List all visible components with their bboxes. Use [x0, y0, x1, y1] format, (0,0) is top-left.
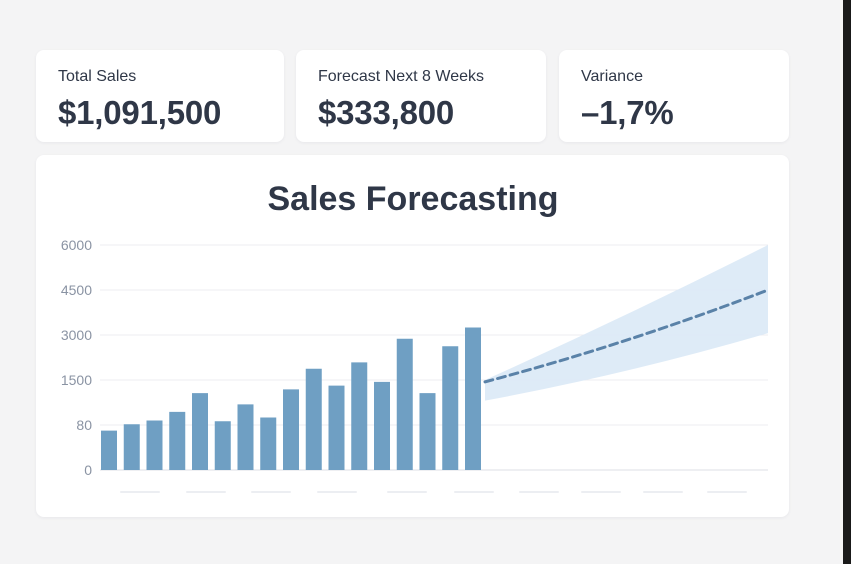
kpi-label: Variance — [581, 68, 643, 85]
x-label-placeholder — [643, 491, 683, 493]
bar — [101, 430, 117, 470]
x-label-placeholder — [581, 491, 621, 493]
y-tick-label: 0 — [84, 462, 92, 478]
y-tick-label: 3000 — [61, 327, 92, 343]
kpi-card-total-sales: Total Sales $1,091,500 — [36, 50, 284, 142]
y-tick-label: 80 — [76, 417, 92, 433]
y-tick-label: 4500 — [61, 282, 92, 298]
bars — [101, 327, 481, 470]
x-label-placeholder — [120, 491, 160, 493]
bar — [123, 424, 140, 470]
kpi-value: $1,091,500 — [58, 94, 222, 131]
x-label-placeholder — [519, 491, 559, 493]
window-edge — [843, 0, 851, 564]
y-tick-label: 6000 — [61, 237, 92, 253]
chart-title: Sales Forecasting — [267, 180, 558, 218]
kpi-value: –1,7% — [581, 94, 674, 131]
chart-card: Sales Forecasting 6000 4500 3000 1500 80 0 — [36, 155, 789, 517]
x-label-placeholder — [707, 491, 747, 493]
bar — [465, 327, 481, 470]
x-label-placeholder — [387, 491, 427, 493]
bar — [237, 404, 254, 470]
bar — [169, 411, 186, 470]
bar — [214, 421, 231, 470]
x-label-placeholder — [251, 491, 291, 493]
forecast-band — [485, 245, 768, 401]
x-labels-placeholder — [120, 491, 747, 493]
forecast-band-area — [485, 245, 768, 401]
bar — [328, 385, 345, 470]
x-label-placeholder — [317, 491, 357, 493]
bar — [260, 417, 277, 470]
bar — [146, 420, 163, 470]
bar — [283, 389, 299, 470]
bar — [305, 368, 322, 470]
x-label-placeholder — [186, 491, 226, 493]
bar — [419, 393, 436, 470]
y-tick-label: 1500 — [61, 372, 92, 388]
bar — [351, 362, 368, 470]
bar — [442, 346, 459, 470]
sales-forecast-chart: Sales Forecasting 6000 4500 3000 1500 80 0 — [61, 180, 770, 493]
kpi-card-variance: Variance –1,7% — [559, 50, 789, 142]
bar — [374, 381, 390, 470]
x-label-placeholder — [454, 491, 494, 493]
y-ticks: 6000 4500 3000 1500 80 0 — [61, 237, 92, 478]
kpi-value: $333,800 — [318, 94, 455, 131]
kpi-card-forecast: Forecast Next 8 Weeks $333,800 — [296, 50, 546, 142]
kpi-label: Total Sales — [58, 68, 137, 85]
bar — [396, 338, 413, 470]
kpi-label: Forecast Next 8 Weeks — [318, 68, 484, 85]
bar — [192, 393, 208, 470]
